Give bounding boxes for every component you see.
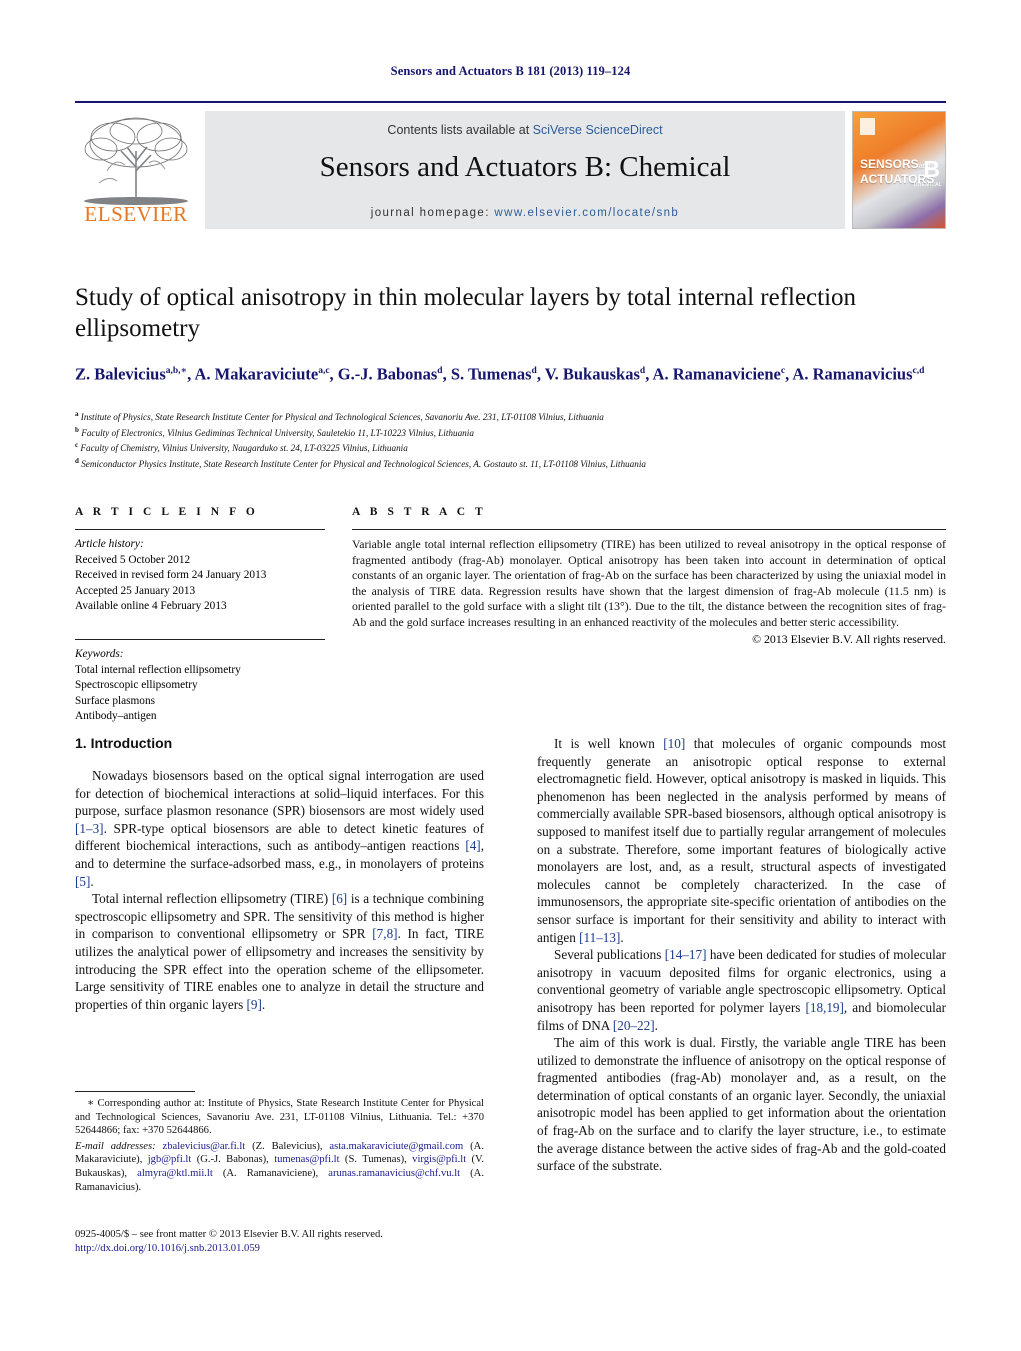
footer-block: 0925-4005/$ – see front matter © 2013 El…	[75, 1228, 575, 1256]
keyword-item: Surface plasmons	[75, 694, 155, 707]
email-link[interactable]: asta.makaraviciute@gmail.com	[329, 1141, 463, 1152]
journal-cover-thumbnail[interactable]: SENSORSand ACTUATORS B CHEMICAL	[852, 111, 946, 229]
email-link[interactable]: zbalevicius@ar.fi.lt	[163, 1141, 246, 1152]
email-link[interactable]: arunas.ramanavicius@chf.vu.lt	[328, 1168, 460, 1179]
cover-line1: SENSORS	[860, 157, 919, 171]
title-block: Study of optical anisotropy in thin mole…	[75, 282, 946, 386]
keyword-item: Total internal reflection ellipsometry	[75, 663, 241, 676]
email-link[interactable]: jgb@pfi.lt	[148, 1154, 192, 1165]
footnote-text: ∗ Corresponding author at: Institute of …	[75, 1097, 484, 1194]
cover-elsevier-icon	[860, 118, 875, 135]
cover-volume-sub: CHEMICAL	[913, 182, 942, 188]
journal-title: Sensors and Actuators B: Chemical	[319, 151, 731, 183]
article-history-item: Accepted 25 January 2013	[75, 584, 196, 597]
article-info-column: A R T I C L E I N F O Article history: R…	[75, 506, 325, 725]
email-owner: (S. Tumenas),	[344, 1154, 407, 1166]
email-link[interactable]: virgis@pfi.lt	[412, 1154, 466, 1165]
article-info-heading: A R T I C L E I N F O	[75, 506, 259, 518]
email-owner: (G.-J. Babonas),	[196, 1154, 269, 1166]
email-address-list: E-mail addresses: zbalevicius@ar.fi.lt (…	[75, 1140, 484, 1194]
issn-front-matter: 0925-4005/$ – see front matter © 2013 El…	[75, 1229, 383, 1240]
divider	[75, 638, 325, 640]
affiliation-text: Faculty of Chemistry, Vilnius University…	[80, 443, 408, 454]
keywords-block: Keywords: Total internal reflection elli…	[75, 638, 325, 725]
citation-link[interactable]: [7,8]	[372, 926, 397, 941]
paragraph: Several publications [14–17] have been d…	[537, 947, 946, 1033]
affiliation-marker: c	[75, 441, 79, 450]
elsevier-logo: ELSEVIER	[77, 111, 195, 229]
abstract-column: A B S T R A C T Variable angle total int…	[352, 506, 946, 647]
abstract-text: Variable angle total internal reflection…	[352, 537, 946, 629]
journal-banner: Contents lists available at SciVerse Sci…	[205, 111, 845, 229]
abstract-heading: A B S T R A C T	[352, 506, 487, 518]
affiliation-marker: a	[75, 410, 79, 418]
article-history-lines: Received 5 October 2012 Received in revis…	[75, 553, 325, 615]
citation-link[interactable]: [10]	[663, 736, 685, 751]
divider	[75, 529, 325, 530]
citation-link[interactable]: [9]	[247, 997, 262, 1012]
citation-link[interactable]: [11–13]	[579, 930, 620, 945]
paragraph: Nowadays biosensors based on the optical…	[75, 768, 484, 889]
doi-link[interactable]: http://dx.doi.org/10.1016/j.snb.2013.01.…	[75, 1242, 575, 1256]
citation-link[interactable]: [18,19]	[805, 1000, 843, 1015]
keyword-item: Antibody–antigen	[75, 710, 157, 723]
homepage-label: journal homepage:	[370, 207, 495, 219]
keywords-label: Keywords:	[75, 647, 124, 660]
intro-right-paragraphs: It is well known [10] that molecules of …	[537, 735, 946, 1175]
affiliation-list: a Institute of Physics, State Research I…	[75, 408, 946, 471]
journal-homepage-line: journal homepage: www.elsevier.com/locat…	[205, 207, 845, 219]
elsevier-tree-icon	[84, 117, 188, 205]
footnote-divider	[75, 1091, 195, 1092]
body-right-column: It is well known [10] that molecules of …	[537, 735, 946, 1175]
running-head: Sensors and Actuators B 181 (2013) 119–1…	[390, 64, 631, 78]
citation-link[interactable]: [4]	[465, 838, 480, 853]
contents-prefix: Contents lists available at	[387, 123, 533, 137]
abstract-copyright: © 2013 Elsevier B.V. All rights reserved…	[752, 631, 946, 646]
article-history-item: Received in revised form 24 January 2013	[75, 569, 267, 582]
introduction-heading: 1. Introduction	[75, 735, 173, 751]
affiliation-marker: d	[75, 456, 79, 465]
affiliation-text: Institute of Physics, State Research Ins…	[80, 412, 604, 423]
affiliation-marker: b	[75, 425, 79, 434]
affiliation-item: c Faculty of Chemistry, Vilnius Universi…	[75, 439, 946, 455]
email-link[interactable]: tumenas@pfi.lt	[274, 1154, 339, 1165]
paragraph: It is well known [10] that molecules of …	[537, 736, 946, 945]
corresponding-author-footnote: ∗ Corresponding author at: Institute of …	[75, 1091, 484, 1194]
citation-link[interactable]: [5]	[75, 874, 90, 889]
author-list: Z. Baleviciusa,b,∗, A. Makaraviciutea,c,…	[75, 364, 925, 384]
keyword-item: Spectroscopic ellipsometry	[75, 679, 198, 692]
affiliation-text: Faculty of Electronics, Vilnius Gedimina…	[81, 427, 474, 438]
article-history-item: Received 5 October 2012	[75, 553, 191, 566]
sciencedirect-link[interactable]: SciVerse ScienceDirect	[533, 123, 663, 137]
article-history-label: Article history:	[75, 538, 144, 550]
paragraph: The aim of this work is dual. Firstly, t…	[537, 1035, 946, 1174]
keywords-lines: Total internal reflection ellipsometry Sp…	[75, 663, 325, 725]
citation-link[interactable]: [6]	[332, 891, 347, 906]
body-left-column: 1. Introduction Nowadays biosensors base…	[75, 735, 484, 1013]
email-label: E-mail addresses:	[75, 1140, 156, 1152]
corresponding-author-note: ∗ Corresponding author at: Institute of …	[75, 1098, 484, 1137]
affiliation-item: b Faculty of Electronics, Vilnius Gedimi…	[75, 424, 946, 440]
article-first-page: Sensors and Actuators B 181 (2013) 119–1…	[0, 0, 1021, 1351]
contents-list-line: Contents lists available at SciVerse Sci…	[205, 123, 845, 137]
citation-link[interactable]: [14–17]	[665, 947, 707, 962]
affiliation-item: a Institute of Physics, State Research I…	[75, 408, 946, 424]
page-title: Study of optical anisotropy in thin mole…	[75, 284, 857, 342]
journal-masthead: ELSEVIER Contents lists available at Sci…	[75, 101, 946, 231]
affiliation-text: Semiconductor Physics Institute, State R…	[81, 459, 646, 470]
affiliation-item: d Semiconductor Physics Institute, State…	[75, 455, 946, 471]
article-history-item: Available online 4 February 2013	[75, 600, 227, 613]
email-link[interactable]: almyra@ktl.mii.lt	[137, 1168, 213, 1179]
divider	[352, 529, 946, 530]
homepage-url-link[interactable]: www.elsevier.com/locate/snb	[494, 207, 679, 219]
elsevier-wordmark: ELSEVIER	[84, 202, 188, 226]
email-owner: (A. Ramanaviciene),	[222, 1167, 319, 1179]
paragraph: Total internal reflection ellipsometry (…	[75, 891, 484, 1012]
intro-left-paragraphs: Nowadays biosensors based on the optical…	[75, 767, 484, 1013]
citation-link[interactable]: [20–22]	[613, 1018, 655, 1033]
email-owner: (Z. Balevicius),	[252, 1140, 323, 1152]
cover-volume-letter: B	[923, 156, 940, 182]
citation-link[interactable]: [1–3]	[75, 821, 104, 836]
